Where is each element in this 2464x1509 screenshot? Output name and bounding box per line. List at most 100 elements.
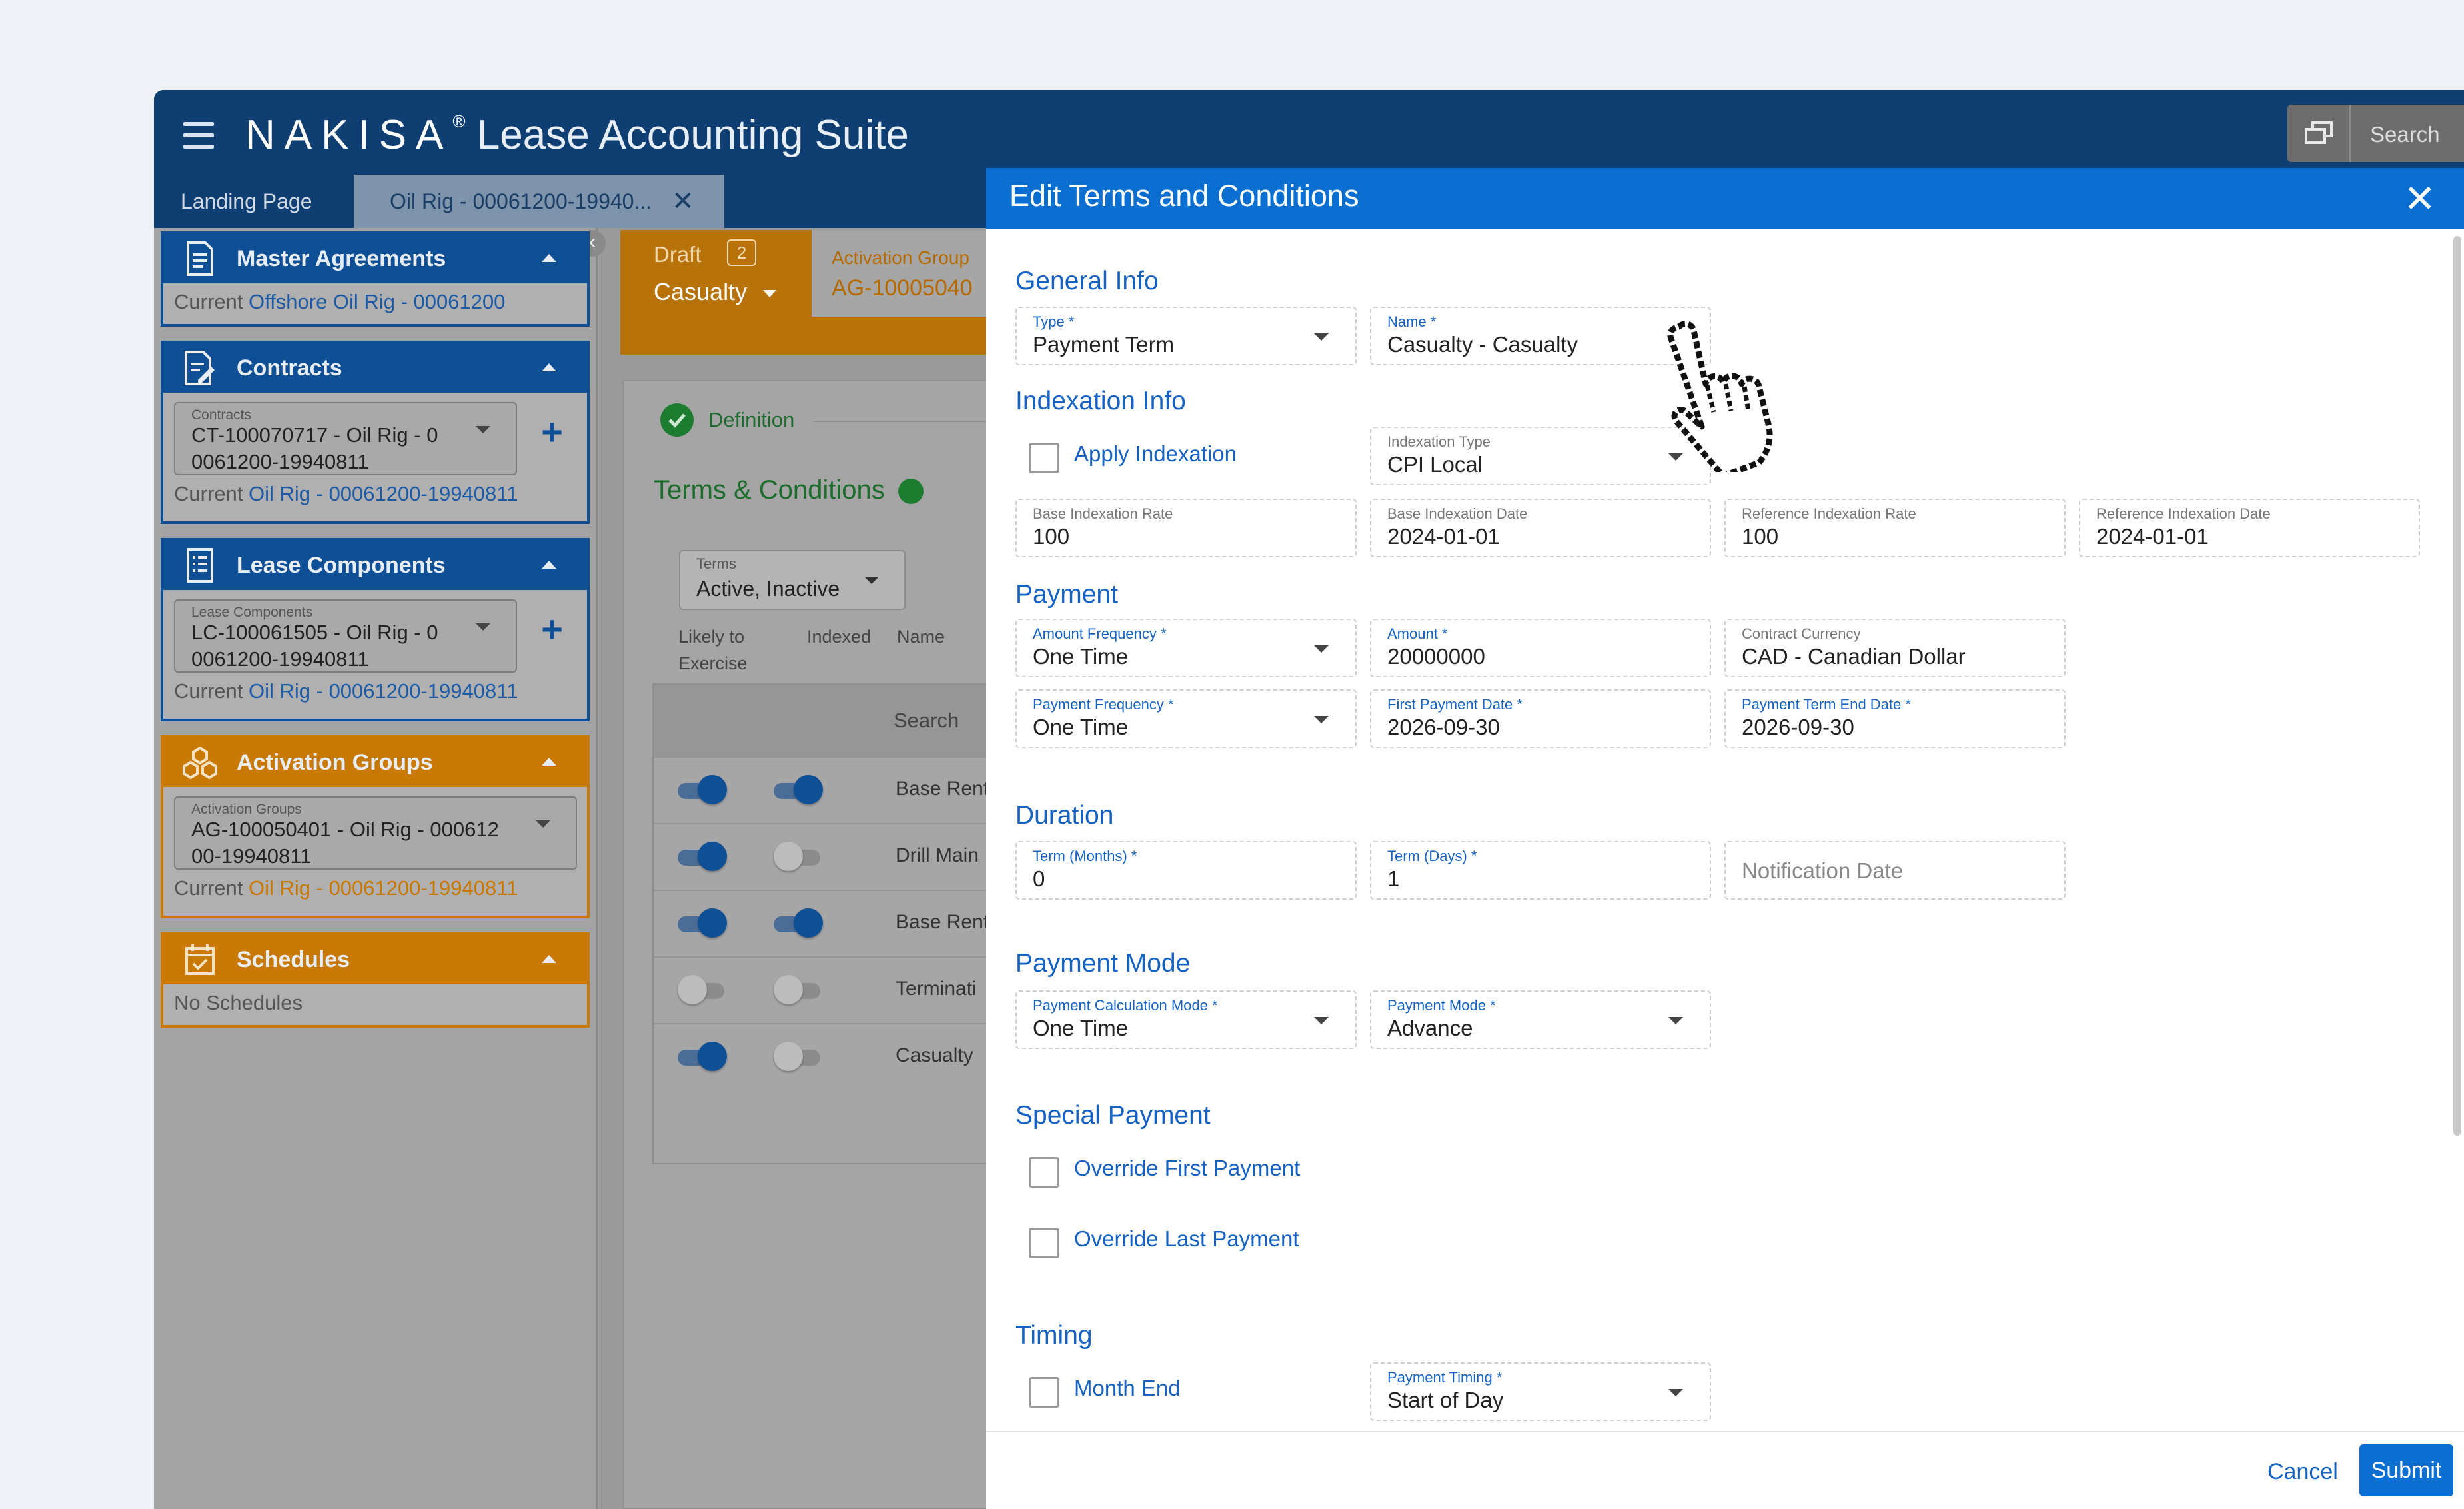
current-contract: Current Oil Rig - 00061200-19940811 xyxy=(163,475,587,513)
first-payment-date-field[interactable]: First Payment Date * 2026-09-30 xyxy=(1370,689,1711,748)
caret-up-icon[interactable] xyxy=(542,254,556,262)
lease-components-header[interactable]: Lease Components xyxy=(163,541,587,590)
column-likely-to-exercise[interactable]: Likely to Exercise xyxy=(678,623,758,677)
field-label: Name * xyxy=(1387,313,1437,330)
app-title: NAKISA® Lease Accounting Suite xyxy=(245,111,909,159)
caret-up-icon[interactable] xyxy=(542,561,556,569)
tab-label: Oil Rig - 00061200-19940... xyxy=(390,189,652,213)
current-value[interactable]: Oil Rig - 00061200-19940811 xyxy=(249,482,518,505)
field-label: Reference Indexation Rate xyxy=(1742,505,1916,522)
field-label: Term (Days) * xyxy=(1387,848,1477,864)
activation-groups-select[interactable]: Activation Groups AG-100050401 - Oil Rig… xyxy=(174,796,577,870)
definition-step[interactable]: Definition xyxy=(660,403,794,437)
indexed-toggle[interactable] xyxy=(774,775,823,806)
amount-input[interactable]: Amount * 20000000 xyxy=(1370,619,1711,677)
tab-oil-rig[interactable]: Oil Rig - 00061200-19940... ✕ xyxy=(354,175,724,228)
windows-icon[interactable] xyxy=(2287,105,2351,162)
column-name[interactable]: Name xyxy=(897,623,945,650)
caret-up-icon[interactable] xyxy=(542,758,556,766)
submit-button[interactable]: Submit xyxy=(2359,1444,2453,1496)
column-indexed[interactable]: Indexed xyxy=(807,623,871,650)
tab-landing-page[interactable]: Landing Page xyxy=(181,175,334,228)
activation-groups-header[interactable]: Activation Groups xyxy=(163,738,587,787)
add-contract-button[interactable]: + xyxy=(541,410,563,453)
table-row[interactable]: Casualty xyxy=(654,1023,997,1090)
term-months-input[interactable]: Term (Months) * 0 xyxy=(1015,841,1357,900)
override-first-payment-label[interactable]: Override First Payment xyxy=(1074,1156,1300,1181)
close-icon[interactable]: ✕ xyxy=(2403,176,2436,221)
apply-indexation-label[interactable]: Apply Indexation xyxy=(1074,441,1237,467)
likely-toggle[interactable] xyxy=(678,975,724,1006)
panel-title: Schedules xyxy=(237,946,350,972)
likely-toggle[interactable] xyxy=(678,908,727,939)
caret-up-icon[interactable] xyxy=(542,363,556,371)
contracts-select[interactable]: Contracts CT-100070717 - Oil Rig - 0 006… xyxy=(174,402,517,475)
master-agreements-header[interactable]: Master Agreements xyxy=(163,234,587,283)
base-indexation-date-field[interactable]: Base Indexation Date 2024-01-01 xyxy=(1370,499,1711,557)
contracts-header[interactable]: Contracts xyxy=(163,343,587,393)
field-label: Activation Groups xyxy=(191,802,302,817)
reference-indexation-rate-field[interactable]: Reference Indexation Rate 100 xyxy=(1724,499,2066,557)
caret-up-icon[interactable] xyxy=(542,955,556,963)
activation-group-card[interactable]: Activation Group AG-10005040 xyxy=(812,230,993,317)
grid-search-row[interactable]: Search xyxy=(654,685,997,756)
likely-toggle[interactable] xyxy=(678,842,727,872)
override-last-payment-label[interactable]: Override Last Payment xyxy=(1074,1226,1299,1252)
global-search[interactable]: Search xyxy=(2287,105,2464,162)
modal-scrollbar[interactable] xyxy=(2453,236,2461,1136)
add-lease-component-button[interactable]: + xyxy=(541,607,563,651)
month-end-checkbox[interactable] xyxy=(1029,1377,1059,1408)
hand-pointer-cursor-icon xyxy=(1652,319,1792,479)
month-end-label[interactable]: Month End xyxy=(1074,1376,1181,1401)
cancel-button[interactable]: Cancel xyxy=(2267,1459,2338,1485)
field-label: Lease Components xyxy=(191,605,313,620)
field-value: 1 xyxy=(1387,866,1400,891)
override-first-payment-checkbox[interactable] xyxy=(1029,1157,1059,1188)
payment-term-end-date-field[interactable]: Payment Term End Date * 2026-09-30 xyxy=(1724,689,2066,748)
payment-frequency-select[interactable]: Payment Frequency * One Time xyxy=(1015,689,1357,748)
schedules-header[interactable]: Schedules xyxy=(163,935,587,984)
current-value[interactable]: Offshore Oil Rig - 00061200 xyxy=(249,290,505,313)
table-row[interactable]: Base Rent xyxy=(654,756,997,823)
payment-calculation-mode-select[interactable]: Payment Calculation Mode * One Time xyxy=(1015,990,1357,1049)
field-value: 2026-09-30 xyxy=(1742,715,1854,739)
grid-search-input[interactable]: Search xyxy=(894,709,959,733)
chevron-down-icon xyxy=(536,820,550,828)
payment-timing-select[interactable]: Payment Timing * Start of Day xyxy=(1370,1362,1711,1421)
reference-indexation-date-field[interactable]: Reference Indexation Date 2024-01-01 xyxy=(2079,499,2420,557)
row-name: Drill Main xyxy=(896,844,979,866)
draft-type-dropdown[interactable]: Casualty xyxy=(654,278,777,306)
notification-date-field[interactable]: Notification Date xyxy=(1724,841,2066,900)
base-indexation-rate-field[interactable]: Base Indexation Rate 100 xyxy=(1015,499,1357,557)
terms-status-filter[interactable]: Terms Active, Inactive xyxy=(679,550,906,610)
section-indexation-info: Indexation Info xyxy=(1015,387,1186,415)
current-value[interactable]: Oil Rig - 00061200-19940811 xyxy=(249,679,518,703)
term-days-input[interactable]: Term (Days) * 1 xyxy=(1370,841,1711,900)
likely-toggle[interactable] xyxy=(678,775,727,806)
field-label: First Payment Date * xyxy=(1387,696,1523,713)
indexed-toggle[interactable] xyxy=(774,975,820,1006)
section-payment: Payment xyxy=(1015,580,1118,609)
type-select[interactable]: Type * Payment Term xyxy=(1015,307,1357,365)
table-row[interactable]: Base Rent xyxy=(654,890,997,956)
section-timing: Timing xyxy=(1015,1321,1093,1350)
table-row[interactable]: Drill Main xyxy=(654,823,997,890)
indexed-toggle[interactable] xyxy=(774,908,823,939)
section-title: Terms & Conditions xyxy=(654,475,885,505)
payment-mode-select[interactable]: Payment Mode * Advance xyxy=(1370,990,1711,1049)
indexed-toggle[interactable] xyxy=(774,842,820,872)
schedules-panel: Schedules No Schedules xyxy=(161,932,590,1028)
current-value[interactable]: Oil Rig - 00061200-19940811 xyxy=(249,876,518,900)
table-row[interactable]: Terminati xyxy=(654,956,997,1023)
lease-components-select[interactable]: Lease Components LC-100061505 - Oil Rig … xyxy=(174,599,517,673)
close-tab-icon[interactable]: ✕ xyxy=(672,186,694,217)
field-label: Payment Timing * xyxy=(1387,1369,1503,1386)
current-lease-component: Current Oil Rig - 00061200-19940811 xyxy=(163,673,587,710)
override-last-payment-checkbox[interactable] xyxy=(1029,1228,1059,1258)
indexed-toggle[interactable] xyxy=(774,1042,820,1072)
field-value: One Time xyxy=(1033,644,1129,669)
likely-toggle[interactable] xyxy=(678,1042,727,1072)
menu-icon[interactable] xyxy=(183,122,214,149)
apply-indexation-checkbox[interactable] xyxy=(1029,443,1059,473)
amount-frequency-select[interactable]: Amount Frequency * One Time xyxy=(1015,619,1357,677)
